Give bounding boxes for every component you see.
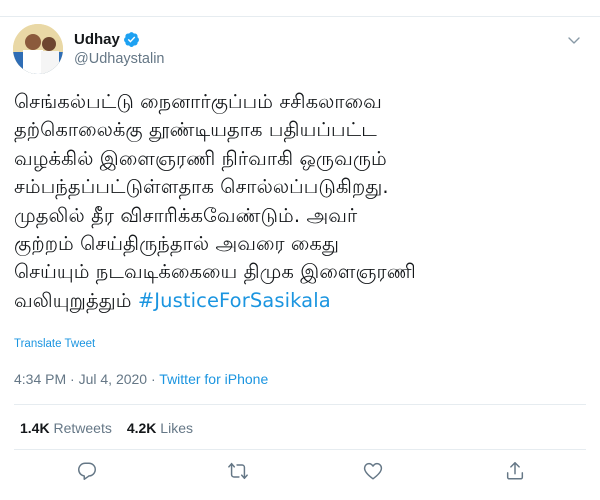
chevron-down-icon[interactable] xyxy=(566,32,582,48)
top-divider xyxy=(0,16,600,17)
likes-label: Likes xyxy=(160,420,193,436)
name-row: Udhay xyxy=(74,28,164,50)
tweet-text-line: வழக்கில் இளைஞரணி நிர்வாகி ஒருவரும் xyxy=(14,146,387,170)
tweet-time[interactable]: 4:34 PM xyxy=(14,371,66,387)
tweet-text-line: தற்கொலைக்கு தூண்டியதாக பதியப்பட்ட xyxy=(14,118,377,142)
tweet-text-fragment: வலியுறுத்தும் xyxy=(14,288,138,312)
display-name[interactable]: Udhay xyxy=(74,31,120,48)
heart-icon[interactable] xyxy=(362,460,386,484)
tweet-header: Udhay @Udhaystalin xyxy=(74,28,164,68)
retweet-icon[interactable] xyxy=(226,460,250,484)
tweet-text-line: செய்யும் நடவடிக்கையை திமுக இளைஞரணி xyxy=(14,260,416,284)
tweet-source-link[interactable]: Twitter for iPhone xyxy=(159,371,268,387)
likes-stat[interactable]: 4.2K Likes xyxy=(127,420,193,436)
tweet-text-line: குற்றம் செய்திருந்தால் அவரை கைது xyxy=(14,232,339,256)
tweet-text-line: செங்கல்பட்டு நைனார்குப்பம் சசிகலாவை xyxy=(14,90,382,113)
divider xyxy=(14,404,586,405)
reply-icon[interactable] xyxy=(76,460,100,484)
retweets-label: Retweets xyxy=(53,420,112,436)
action-bar xyxy=(0,460,600,490)
share-icon[interactable] xyxy=(504,460,528,484)
likes-count: 4.2K xyxy=(126,420,157,436)
translate-tweet-link[interactable]: Translate Tweet xyxy=(14,338,95,350)
retweets-count: 1.4K xyxy=(20,420,50,436)
tweet-text-line: முதலில் தீர விசாரிக்கவேண்டும். அவர் xyxy=(14,203,358,227)
meta-separator: · xyxy=(66,371,79,387)
user-handle[interactable]: @Udhaystalin xyxy=(74,51,164,67)
divider xyxy=(14,449,586,450)
tweet-text-last-line: வலியுறுத்தும் #JusticeForSasikala xyxy=(14,287,590,315)
avatar-image xyxy=(13,24,63,74)
tweet-text-line: சம்பந்தப்பட்டுள்ளதாக சொல்லப்படுகிறது. xyxy=(14,175,389,199)
tweet-stats: 1.4K Retweets 4.2K Likes xyxy=(20,420,193,436)
meta-separator: · xyxy=(147,371,160,387)
avatar[interactable] xyxy=(13,24,63,74)
retweets-stat[interactable]: 1.4K Retweets xyxy=(20,420,112,436)
tweet-metadata: 4:34 PM · Jul 4, 2020 · Twitter for iPho… xyxy=(14,371,268,387)
tweet-text: செங்கல்பட்டு நைனார்குப்பம் சசிகலாவை தற்க… xyxy=(14,88,590,315)
tweet-date[interactable]: Jul 4, 2020 xyxy=(79,371,148,387)
hashtag-link[interactable]: #JusticeForSasikala xyxy=(138,289,331,312)
verified-badge-icon xyxy=(123,31,140,48)
tweet-card: Udhay @Udhaystalin செங்கல்பட்டு நைனார்கு… xyxy=(0,0,600,500)
